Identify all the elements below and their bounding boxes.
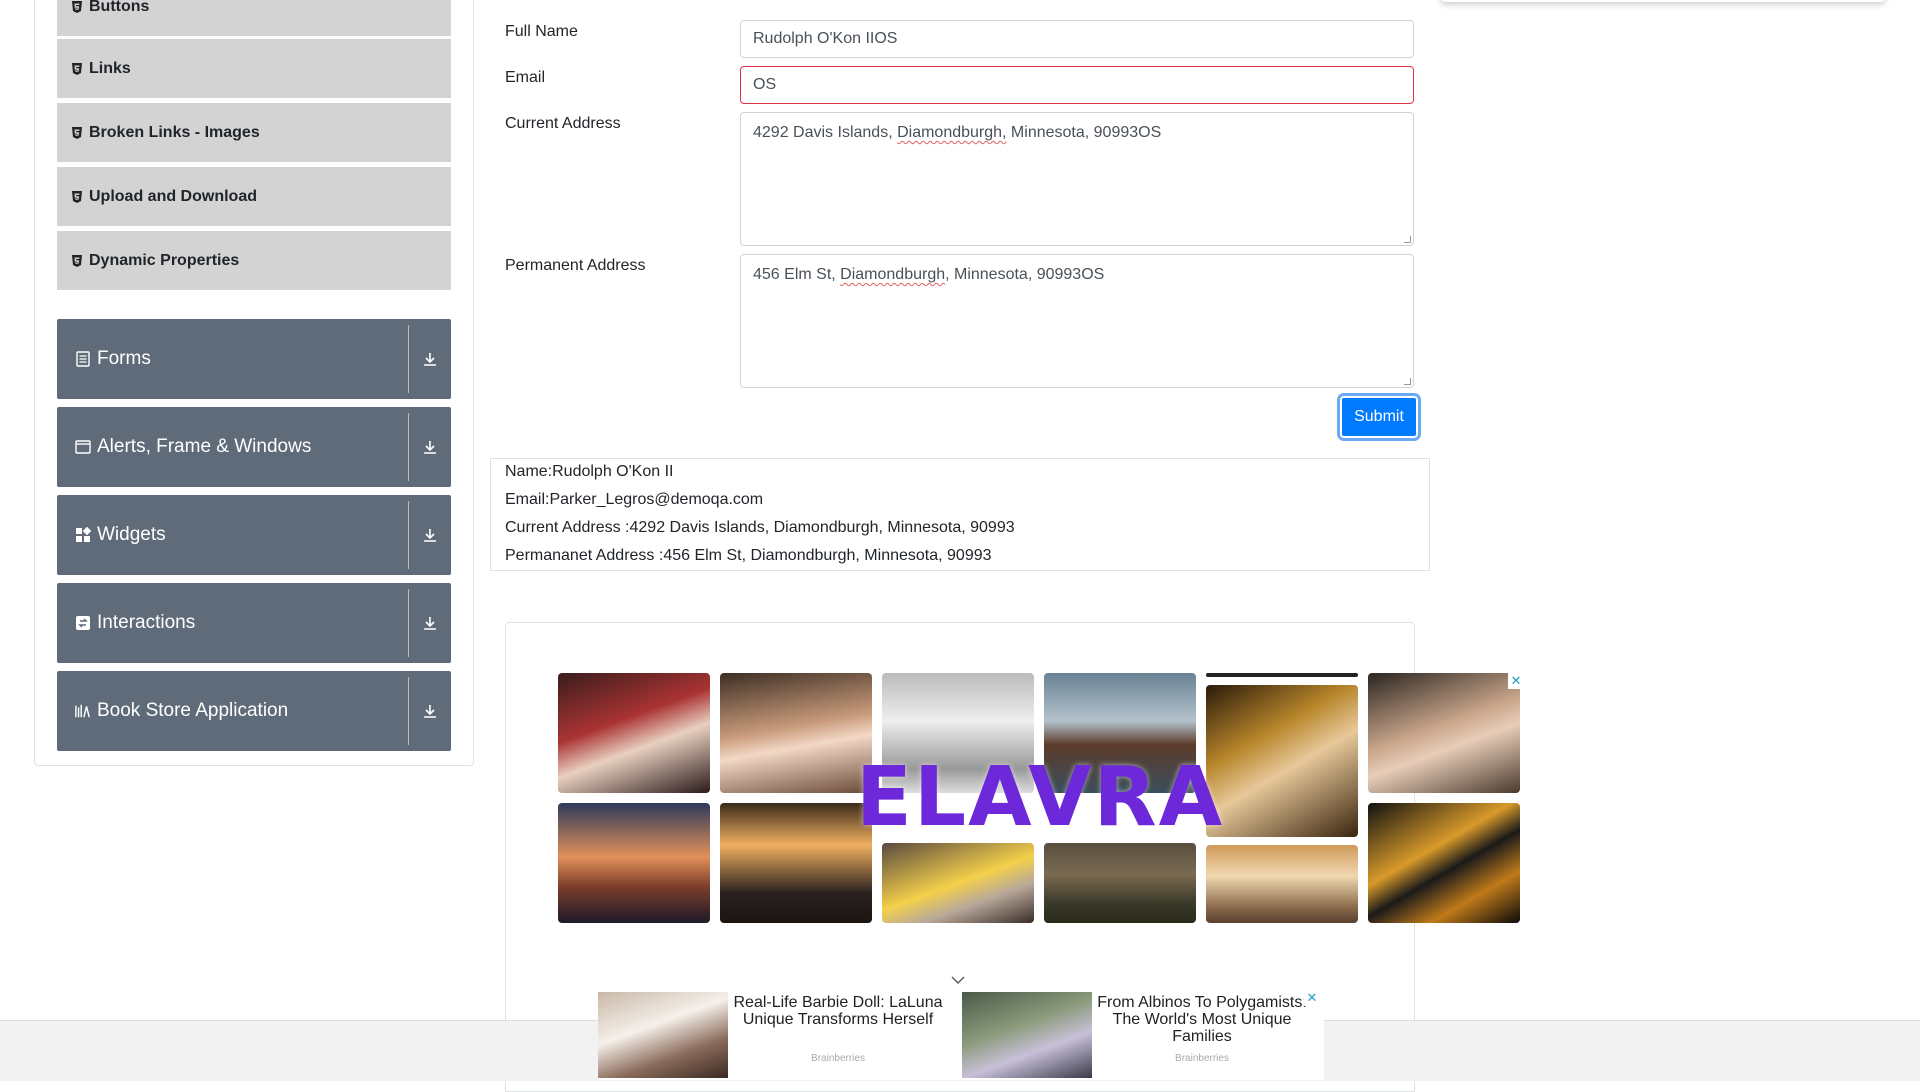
- email-input[interactable]: OS: [740, 66, 1414, 104]
- ad-card-title[interactable]: Real-Life Barbie Doll: LaLuna Unique Tra…: [728, 994, 948, 1028]
- menu-item-label: Broken Links - Images: [89, 123, 260, 141]
- ad-image-tile[interactable]: [558, 803, 710, 923]
- ad-image-tile[interactable]: [1206, 673, 1358, 677]
- ad-thumbnail[interactable]: [598, 992, 728, 1078]
- permanent-address-textarea[interactable]: 456 Elm St, Diamondburgh, Minnesota, 909…: [740, 254, 1414, 388]
- ad-image-tile[interactable]: [882, 843, 1034, 923]
- email-value: OS: [753, 76, 777, 93]
- ad-card-source: Brainberries: [1175, 1053, 1229, 1064]
- menu-item-links[interactable]: Links: [57, 39, 451, 99]
- group-label: Forms: [97, 348, 151, 369]
- ad-image-tile[interactable]: [720, 803, 872, 923]
- widgets-icon: [75, 527, 91, 543]
- output-email: Email:Parker_Legros@demoqa.com: [505, 491, 764, 508]
- menu-item-buttons[interactable]: Buttons: [57, 0, 451, 37]
- menu-item-label: Upload and Download: [89, 187, 257, 205]
- window-icon: [75, 439, 91, 455]
- ad-image-tile[interactable]: [558, 673, 710, 793]
- group-alerts-frame-windows[interactable]: Alerts, Frame & Windows: [57, 407, 451, 487]
- ad-close-icon[interactable]: ✕: [1304, 990, 1320, 1006]
- group-label: Alerts, Frame & Windows: [97, 436, 312, 457]
- chevron-down-icon[interactable]: [950, 972, 966, 990]
- ad-image-tile[interactable]: [1044, 843, 1196, 923]
- resize-handle[interactable]: [1404, 378, 1411, 385]
- permanent-address-text: 456 Elm St, Diamondburgh, Minnesota, 909…: [753, 266, 1105, 283]
- ad-image-tile[interactable]: [1206, 845, 1358, 923]
- html5-icon: [71, 126, 83, 140]
- download-icon[interactable]: [409, 319, 451, 399]
- group-interactions[interactable]: Interactions: [57, 583, 451, 663]
- group-label: Interactions: [97, 612, 196, 633]
- ad-card-source: Brainberries: [811, 1053, 865, 1064]
- full-name-value: Rudolph O'Kon IIOS: [753, 30, 898, 47]
- group-book-store-application[interactable]: Book Store Application: [57, 671, 451, 751]
- html5-icon: [71, 62, 83, 76]
- top-right-card-edge: [1440, 0, 1886, 2]
- menu-item-label: Dynamic Properties: [89, 251, 240, 269]
- ad-thumbnail[interactable]: [962, 992, 1092, 1078]
- html5-icon: [71, 0, 83, 14]
- menu-item-upload-download[interactable]: Upload and Download: [57, 167, 451, 227]
- ad-close-icon[interactable]: ✕: [1508, 673, 1524, 689]
- group-widgets[interactable]: Widgets: [57, 495, 451, 575]
- output-current-address: Current Address :4292 Davis Islands, Dia…: [505, 519, 1015, 536]
- bookstore-icon: [75, 703, 91, 719]
- permanent-address-label: Permanent Address: [505, 257, 646, 274]
- download-icon[interactable]: [409, 671, 451, 751]
- bottom-ad-unit: Real-Life Barbie Doll: LaLuna Unique Tra…: [598, 990, 1324, 1080]
- output-box: Name:Rudolph O'Kon II Email:Parker_Legro…: [490, 458, 1430, 571]
- output-name: Name:Rudolph O'Kon II: [505, 463, 674, 480]
- ad-image-tile[interactable]: [1368, 673, 1520, 793]
- menu-item-label: Links: [89, 59, 131, 77]
- full-name-label: Full Name: [505, 23, 578, 40]
- group-label: Widgets: [97, 524, 166, 545]
- menu-item-broken-links[interactable]: Broken Links - Images: [57, 103, 451, 163]
- html5-icon: [71, 190, 83, 204]
- ad-card-title[interactable]: From Albinos To Polygamists: The World's…: [1092, 994, 1312, 1045]
- interactions-icon: [75, 615, 91, 631]
- left-panel: Buttons Links Broken Links - Images Uplo…: [34, 0, 474, 766]
- ad-brand-logo[interactable]: ELAVRA: [856, 750, 1222, 845]
- ad-image-tile[interactable]: [1206, 685, 1358, 837]
- download-icon[interactable]: [409, 407, 451, 487]
- current-address-textarea[interactable]: 4292 Davis Islands, Diamondburgh, Minnes…: [740, 112, 1414, 246]
- download-icon[interactable]: [409, 495, 451, 575]
- html5-icon: [71, 254, 83, 268]
- group-forms[interactable]: Forms: [57, 319, 451, 399]
- ad-image-tile[interactable]: [720, 673, 872, 793]
- email-label: Email: [505, 69, 546, 86]
- full-name-input[interactable]: Rudolph O'Kon IIOS: [740, 20, 1414, 58]
- menu-item-label: Buttons: [89, 0, 150, 15]
- menu-item-dynamic-properties[interactable]: Dynamic Properties: [57, 231, 451, 291]
- download-icon[interactable]: [409, 583, 451, 663]
- resize-handle[interactable]: [1404, 236, 1411, 243]
- current-address-label: Current Address: [505, 115, 621, 132]
- output-permanent-address: Permananet Address :456 Elm St, Diamondb…: [505, 547, 992, 564]
- group-label: Book Store Application: [97, 700, 289, 721]
- form-icon: [75, 351, 91, 367]
- submit-button[interactable]: Submit: [1340, 396, 1418, 438]
- current-address-text: 4292 Davis Islands, Diamondburgh, Minnes…: [753, 124, 1162, 141]
- ad-image-tile[interactable]: [1368, 803, 1520, 923]
